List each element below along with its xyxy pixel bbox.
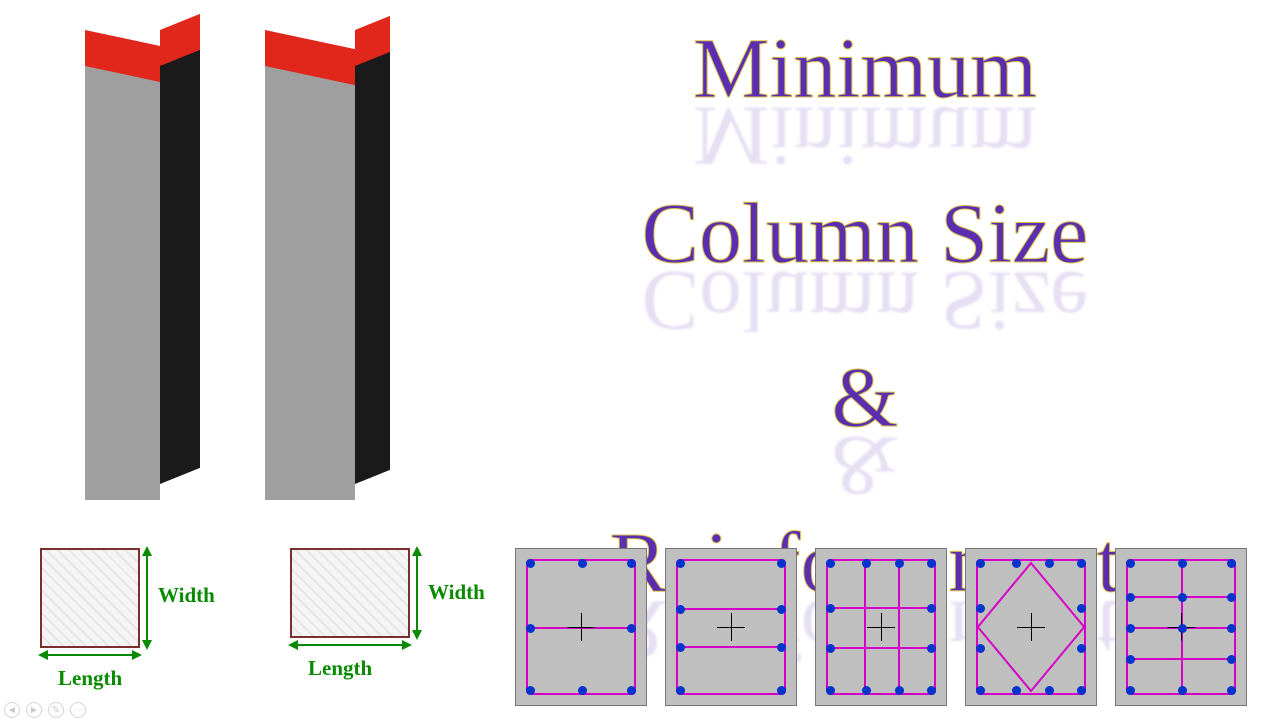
prev-icon[interactable]: ◄ [4,702,20,718]
rebar [927,604,936,613]
rebar [1012,686,1021,695]
axis-icon [717,613,745,641]
axis-icon [567,613,595,641]
inner-tie [676,608,786,610]
slideshow-nav: ◄ ► ✎ ⋯ [4,702,86,718]
rebar [1012,559,1021,568]
rebar [927,686,936,695]
length-dimension: Length [40,654,140,694]
rebar [676,643,685,652]
column-side-face [355,30,390,484]
rebar [976,604,985,613]
title-line-2: Column Size [642,185,1089,281]
length-label: Length [58,666,122,691]
rebar [927,559,936,568]
reinforcement-sections [515,548,1275,716]
width-label: Width [158,583,215,608]
rebar [1126,559,1135,568]
rect-column-3d [265,30,395,500]
rebar [627,686,636,695]
plan-rect-icon [40,548,140,648]
section-12-bar-grid [815,548,947,706]
rect-plan: Width Length [260,530,470,710]
column-top-face [265,30,380,66]
inner-tie [864,559,866,695]
rebar [1077,604,1086,613]
next-icon[interactable]: ► [26,702,42,718]
rebar [1227,655,1236,664]
column-side-face [160,28,200,484]
inner-tie [898,559,900,695]
length-label: Length [308,656,372,681]
plan-rect-icon [290,548,410,638]
rebar [1227,593,1236,602]
length-dimension: Length [290,644,410,684]
columns-3d-group [40,10,440,500]
inner-tie [826,607,936,609]
rebar [627,624,636,633]
section-8-bar-simple [515,548,647,706]
rebar [862,559,871,568]
rebar [777,643,786,652]
inner-tie [676,646,786,648]
width-dimension: Width [146,548,206,648]
inner-tie [826,647,936,649]
axis-icon [1017,613,1045,641]
rebar [826,686,835,695]
section-12-bar-diamond [965,548,1097,706]
rebar [676,686,685,695]
rebar [526,624,535,633]
rebar [1126,686,1135,695]
section-14-bar-multi [1115,548,1247,706]
title-line-3: & [832,349,899,445]
square-plan: Width Length [10,530,220,710]
axis-icon [867,613,895,641]
rebar [1077,559,1086,568]
rebar [862,686,871,695]
rebar [777,559,786,568]
rebar [1126,593,1135,602]
column-top-face [85,30,200,66]
rebar [1077,686,1086,695]
rebar [777,686,786,695]
width-dimension: Width [416,548,476,638]
rebar [976,686,985,695]
rebar [1126,655,1135,664]
square-column-3d [85,30,215,500]
rebar [826,604,835,613]
rebar [526,686,535,695]
rebar [1227,559,1236,568]
plan-dimension-group: Width Length Width Length [10,530,470,710]
rebar [1227,624,1236,633]
rebar [1227,686,1236,695]
menu-icon[interactable]: ⋯ [70,702,86,718]
rebar [676,559,685,568]
column-front-face [265,60,355,500]
section-8-bar-double [665,548,797,706]
column-front-face [85,60,160,500]
pen-icon[interactable]: ✎ [48,702,64,718]
rebar [1126,624,1135,633]
rebar [826,559,835,568]
title-line-1: Minimum [693,20,1037,116]
rebar [976,559,985,568]
rebar [526,559,535,568]
rebar [627,559,636,568]
